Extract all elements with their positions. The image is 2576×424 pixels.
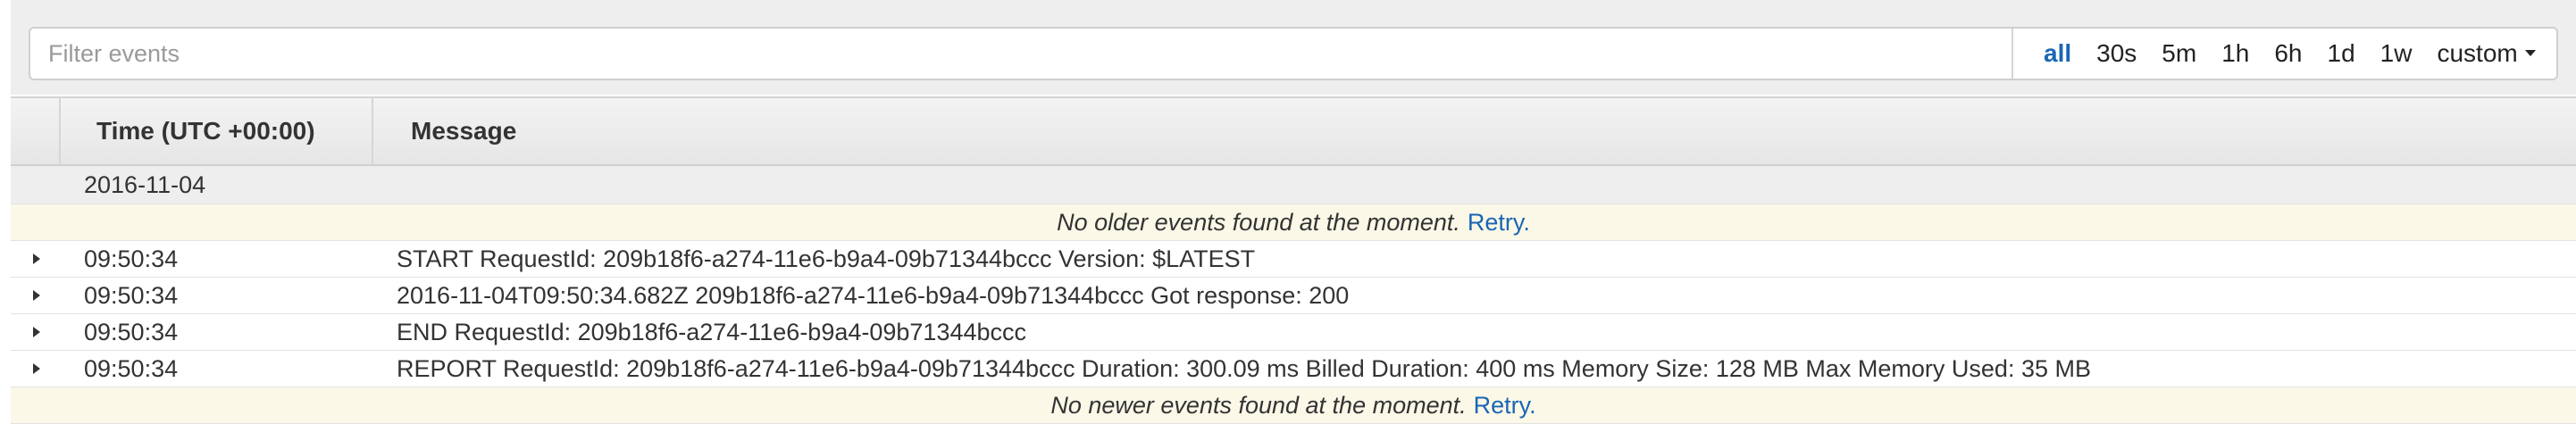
table-row[interactable]: 09:50:34 REPORT RequestId: 209b18f6-a274…	[11, 351, 2576, 387]
range-custom-label: custom	[2437, 39, 2518, 67]
older-events-text: No older events found at the moment.	[1057, 209, 1460, 236]
expand-arrow-icon[interactable]	[30, 278, 48, 313]
event-message: 2016-11-04T09:50:34.682Z 209b18f6-a274-1…	[397, 282, 1350, 309]
filter-toolbar: all 30s 5m 1h 6h 1d 1w custom	[11, 14, 2576, 95]
newer-events-text: No newer events found at the moment.	[1050, 392, 1467, 419]
expander-column-header	[11, 98, 61, 164]
event-message: START RequestId: 209b18f6-a274-11e6-b9a4…	[397, 245, 1256, 272]
date-group-row: 2016-11-04	[11, 166, 2576, 204]
caret-down-icon	[2524, 50, 2536, 57]
date-group-label: 2016-11-04	[84, 171, 206, 198]
table-row[interactable]: 09:50:34 START RequestId: 209b18f6-a274-…	[11, 241, 2576, 278]
older-retry-link[interactable]: Retry.	[1468, 209, 1530, 236]
filter-events-input[interactable]	[30, 29, 2011, 79]
range-1w-button[interactable]: 1w	[2368, 29, 2425, 79]
message-column-header: Message	[411, 117, 517, 145]
range-1d-button[interactable]: 1d	[2315, 29, 2368, 79]
log-events-panel: all 30s 5m 1h 6h 1d 1w custom Time (UTC …	[0, 0, 2576, 424]
time-column-header[interactable]: Time (UTC +00:00)	[61, 98, 373, 164]
range-30s-button[interactable]: 30s	[2084, 29, 2149, 79]
event-time: 09:50:34	[84, 319, 179, 345]
filter-box: all 30s 5m 1h 6h 1d 1w custom	[29, 27, 2558, 80]
newer-events-notice: No newer events found at the moment. Retr…	[11, 387, 2576, 424]
range-1h-button[interactable]: 1h	[2209, 29, 2262, 79]
event-time: 09:50:34	[84, 245, 179, 272]
table-row[interactable]: 09:50:34 END RequestId: 209b18f6-a274-11…	[11, 314, 2576, 351]
table-row[interactable]: 09:50:34 2016-11-04T09:50:34.682Z 209b18…	[11, 278, 2576, 314]
event-time: 09:50:34	[84, 355, 179, 382]
older-events-notice: No older events found at the moment. Retr…	[11, 204, 2576, 241]
expand-arrow-icon[interactable]	[30, 314, 48, 350]
range-6h-button[interactable]: 6h	[2262, 29, 2314, 79]
time-range-selector: all 30s 5m 1h 6h 1d 1w custom	[2011, 29, 2556, 79]
range-5m-button[interactable]: 5m	[2149, 29, 2209, 79]
table-body: 2016-11-04 No older events found at the …	[11, 166, 2576, 424]
newer-retry-link[interactable]: Retry.	[1474, 392, 1536, 419]
event-time: 09:50:34	[84, 282, 179, 309]
range-all-button[interactable]: all	[2031, 29, 2084, 79]
event-message: END RequestId: 209b18f6-a274-11e6-b9a4-0…	[397, 319, 1027, 345]
event-message: REPORT RequestId: 209b18f6-a274-11e6-b9a…	[397, 355, 2091, 382]
range-custom-dropdown[interactable]: custom	[2424, 29, 2547, 79]
expand-arrow-icon[interactable]	[30, 351, 48, 387]
table-header: Time (UTC +00:00) Message	[11, 96, 2576, 166]
expand-arrow-icon[interactable]	[30, 241, 48, 277]
